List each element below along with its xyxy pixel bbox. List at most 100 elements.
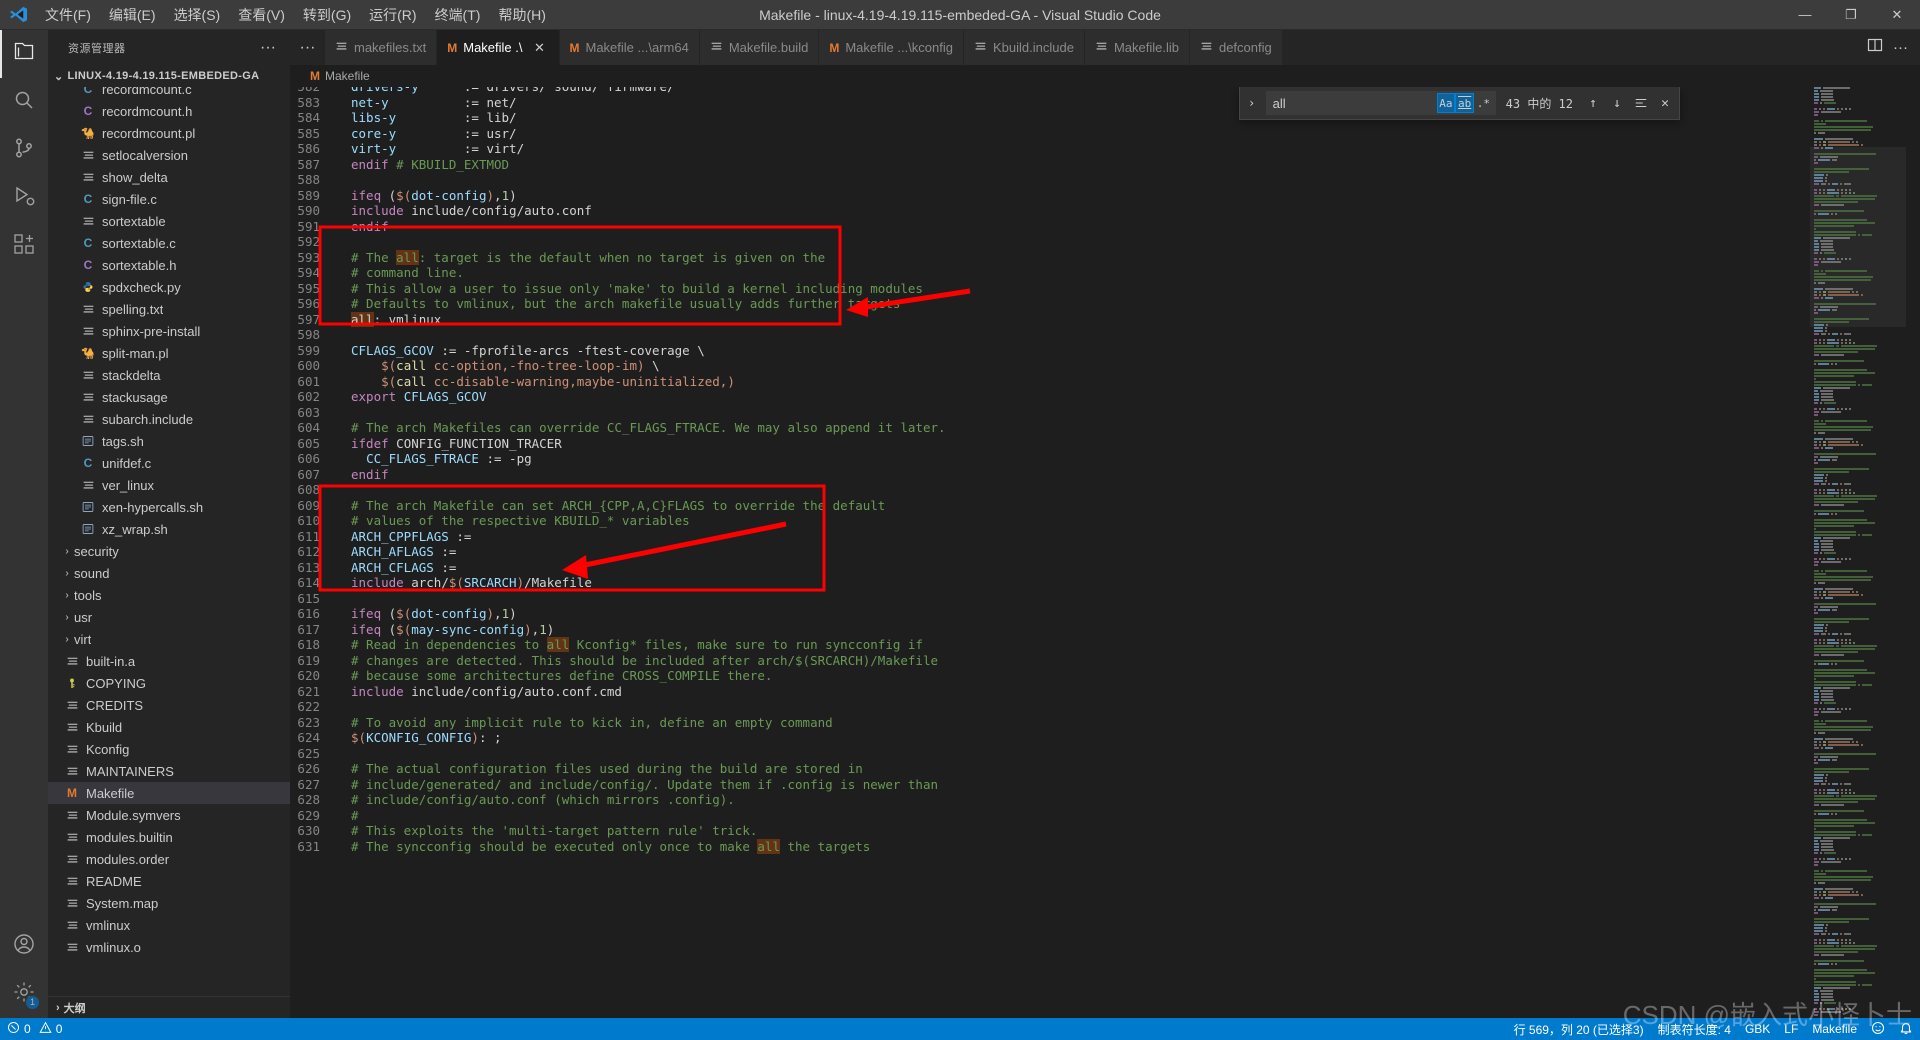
find-expand-icon[interactable]: › [1242, 96, 1262, 110]
explorer-root-folder[interactable]: ⌄ LINUX-4.19-4.19.115-EMBEDED-GA [48, 65, 290, 87]
regex-icon[interactable]: .* [1474, 93, 1493, 113]
tree-file-item[interactable]: Module.symvers [48, 804, 290, 826]
tree-file-item[interactable]: xz_wrap.sh [48, 518, 290, 540]
tree-file-item[interactable]: Cunifdef.c [48, 452, 290, 474]
tree-file-item[interactable]: tags.sh [48, 430, 290, 452]
tree-file-item[interactable]: sphinx-pre-install [48, 320, 290, 342]
tree-file-item[interactable]: spdxcheck.py [48, 276, 290, 298]
activity-source-control[interactable] [0, 126, 48, 174]
editor-tab[interactable]: Kbuild.include [963, 30, 1085, 65]
find-input[interactable] [1272, 95, 1437, 111]
code-line[interactable]: 586 virt-y := virt/ [290, 141, 1810, 157]
menu-bar[interactable]: 文件(F) 编辑(E) 选择(S) 查看(V) 转到(G) 运行(R) 终端(T… [36, 0, 555, 30]
tree-file-item[interactable]: System.map [48, 892, 290, 914]
tree-file-item[interactable]: vmlinux.o [48, 936, 290, 958]
tree-file-item[interactable]: CREDITS [48, 694, 290, 716]
code-line[interactable]: 622 [290, 699, 1810, 715]
menu-go[interactable]: 转到(G) [294, 0, 360, 30]
tree-folder-item[interactable]: › tools [48, 584, 290, 606]
tree-folder-item[interactable]: › usr [48, 606, 290, 628]
menu-edit[interactable]: 编辑(E) [100, 0, 165, 30]
code-line[interactable]: 589 ifeq ($(dot-config),1) [290, 188, 1810, 204]
tree-file-item[interactable]: ver_linux [48, 474, 290, 496]
code-line[interactable]: 612 ARCH_AFLAGS := [290, 544, 1810, 560]
code-line[interactable]: 598 [290, 327, 1810, 343]
code-line[interactable]: 594 # command line. [290, 265, 1810, 281]
tree-file-item[interactable]: Crecordmcount.h [48, 100, 290, 122]
code-line[interactable]: 628 # include/config/auto.conf (which mir… [290, 792, 1810, 808]
tree-folder-item[interactable]: › security [48, 540, 290, 562]
code-line[interactable]: 603 [290, 405, 1810, 421]
tree-file-item[interactable]: Csortextable.h [48, 254, 290, 276]
code-line[interactable]: 588 [290, 172, 1810, 188]
tree-file-item[interactable]: Csign-file.c [48, 188, 290, 210]
split-editor-icon[interactable] [1867, 37, 1883, 58]
editor-tab[interactable]: Makefile.build [699, 30, 820, 65]
code-line[interactable]: 630 # This exploits the 'multi-target pat… [290, 823, 1810, 839]
code-line[interactable]: 626 # The actual configuration files used… [290, 761, 1810, 777]
code-line[interactable]: 621 include include/config/auto.conf.cmd [290, 684, 1810, 700]
menu-selection[interactable]: 选择(S) [165, 0, 230, 30]
activity-explorer[interactable] [0, 30, 48, 78]
status-notifications[interactable] [1892, 1018, 1920, 1040]
code-line[interactable]: 620 # because some architectures define C… [290, 668, 1810, 684]
code-line[interactable]: 624 $(KCONFIG_CONFIG): ; [290, 730, 1810, 746]
code-line[interactable]: 611 ARCH_CPPFLAGS := [290, 529, 1810, 545]
find-previous-icon[interactable]: ↑ [1583, 93, 1603, 113]
code-line[interactable]: 607 endif [290, 467, 1810, 483]
menu-view[interactable]: 查看(V) [229, 0, 294, 30]
tree-file-item[interactable]: modules.order [48, 848, 290, 870]
minimap[interactable] [1810, 87, 1906, 1018]
code-line[interactable]: 606 CC_FLAGS_FTRACE := -pg [290, 451, 1810, 467]
tree-file-item[interactable]: Kconfig [48, 738, 290, 760]
status-problems[interactable]: 0 0 [0, 1018, 69, 1040]
editor-vertical-scrollbar[interactable] [1906, 87, 1920, 1018]
editor-tab[interactable]: M Makefile ...\kconfig [819, 30, 964, 65]
tab-close-icon[interactable]: ✕ [531, 40, 549, 56]
code-line[interactable]: 627 # include/generated/ and include/conf… [290, 777, 1810, 793]
tree-folder-item[interactable]: › virt [48, 628, 290, 650]
menu-file[interactable]: 文件(F) [36, 0, 100, 30]
activity-settings[interactable]: 1 [0, 970, 48, 1018]
editor-tab[interactable]: Makefile.lib [1084, 30, 1190, 65]
tree-file-item[interactable]: built-in.a [48, 650, 290, 672]
whole-word-icon[interactable]: ab [1455, 93, 1475, 113]
tree-file-item[interactable]: vmlinux [48, 914, 290, 936]
editor-more-actions-icon[interactable]: ··· [1893, 39, 1908, 56]
tree-file-item[interactable]: COPYING [48, 672, 290, 694]
code-line[interactable]: 587 endif # KBUILD_EXTMOD [290, 157, 1810, 173]
code-editor[interactable]: 582drivers-y := drivers/ sound/ firmware… [290, 87, 1810, 1018]
find-input-box[interactable]: Aa ab .* [1265, 91, 1496, 115]
status-indentation[interactable]: 制表符长度: 4 [1651, 1018, 1738, 1040]
tree-file-item[interactable]: xen-hypercalls.sh [48, 496, 290, 518]
tree-file-item[interactable]: 🐪 split-man.pl [48, 342, 290, 364]
outline-section[interactable]: › 大纲 [48, 996, 290, 1018]
code-line[interactable]: 623 # To avoid any implicit rule to kick … [290, 715, 1810, 731]
editor-tab[interactable]: defconfig [1189, 30, 1283, 65]
code-line[interactable]: 585 core-y := usr/ [290, 126, 1810, 142]
tree-file-item[interactable]: MAINTAINERS [48, 760, 290, 782]
editor-tab[interactable]: makefiles.txt [325, 30, 438, 65]
file-tree[interactable]: Crecordmcount.c Crecordmcount.h 🐪 recordmco… [48, 87, 290, 996]
code-line[interactable]: 591 endif [290, 219, 1810, 235]
tree-file-item[interactable]: M Makefile [48, 782, 290, 804]
tree-file-item[interactable]: Csortextable.c [48, 232, 290, 254]
status-eol[interactable]: LF [1777, 1018, 1805, 1040]
close-button[interactable]: ✕ [1874, 0, 1920, 30]
code-line[interactable]: 619 # changes are detected. This should b… [290, 653, 1810, 669]
status-feedback[interactable] [1864, 1018, 1892, 1040]
menu-run[interactable]: 运行(R) [360, 0, 425, 30]
code-line[interactable]: 625 [290, 746, 1810, 762]
tree-file-item[interactable]: Crecordmcount.c [48, 87, 290, 100]
code-line[interactable]: 604 # The arch Makefiles can override CC_… [290, 420, 1810, 436]
status-language-mode[interactable]: Makefile [1805, 1018, 1864, 1040]
find-next-icon[interactable]: ↓ [1607, 93, 1627, 113]
activity-extensions[interactable] [0, 222, 48, 270]
tree-file-item[interactable]: show_delta [48, 166, 290, 188]
code-line[interactable]: 629 # [290, 808, 1810, 824]
code-line[interactable]: 590 include include/config/auto.conf [290, 203, 1810, 219]
find-close-icon[interactable]: ✕ [1655, 93, 1675, 113]
ellipsis-icon[interactable]: ··· [260, 39, 282, 57]
menu-help[interactable]: 帮助(H) [489, 0, 554, 30]
code-line[interactable]: 601 $(call cc-disable-warning,maybe-unin… [290, 374, 1810, 390]
